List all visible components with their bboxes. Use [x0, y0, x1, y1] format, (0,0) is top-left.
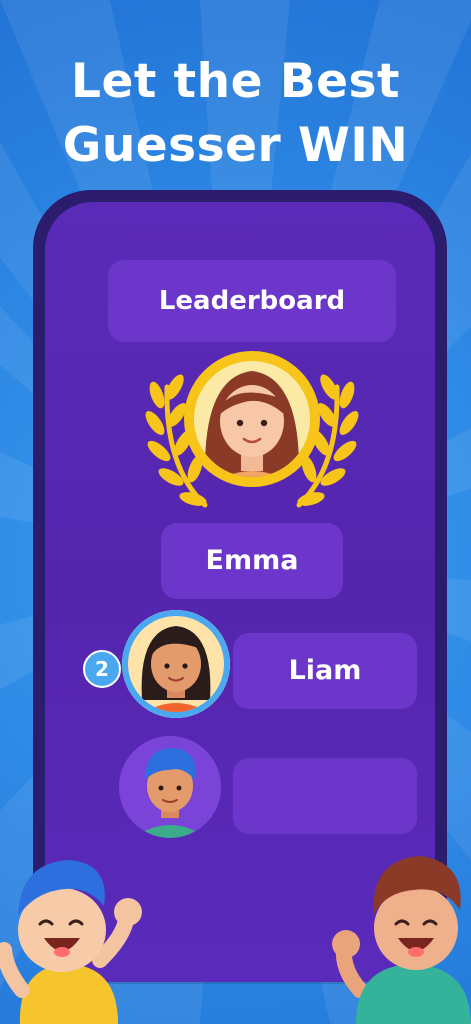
headline-line-2: Guesser WIN — [62, 118, 409, 173]
headline: Let the Best Guesser WIN — [0, 50, 471, 178]
laurel-wreath-icon — [145, 351, 359, 508]
liam-name — [233, 758, 417, 834]
headline-line-1: Let the Best — [71, 54, 400, 109]
olivia-avatar — [122, 610, 230, 718]
winner-avatar-group — [145, 347, 359, 517]
cheering-boy-right-illustration — [332, 856, 471, 1024]
leaderboard-title: Leaderboard — [108, 260, 396, 342]
winner-name: Emma — [161, 523, 343, 599]
liam-avatar — [119, 736, 221, 838]
cheering-boy-left-illustration — [0, 860, 142, 1024]
olivia-name: Liam — [233, 633, 417, 709]
rank-badge: 2 — [83, 650, 121, 688]
